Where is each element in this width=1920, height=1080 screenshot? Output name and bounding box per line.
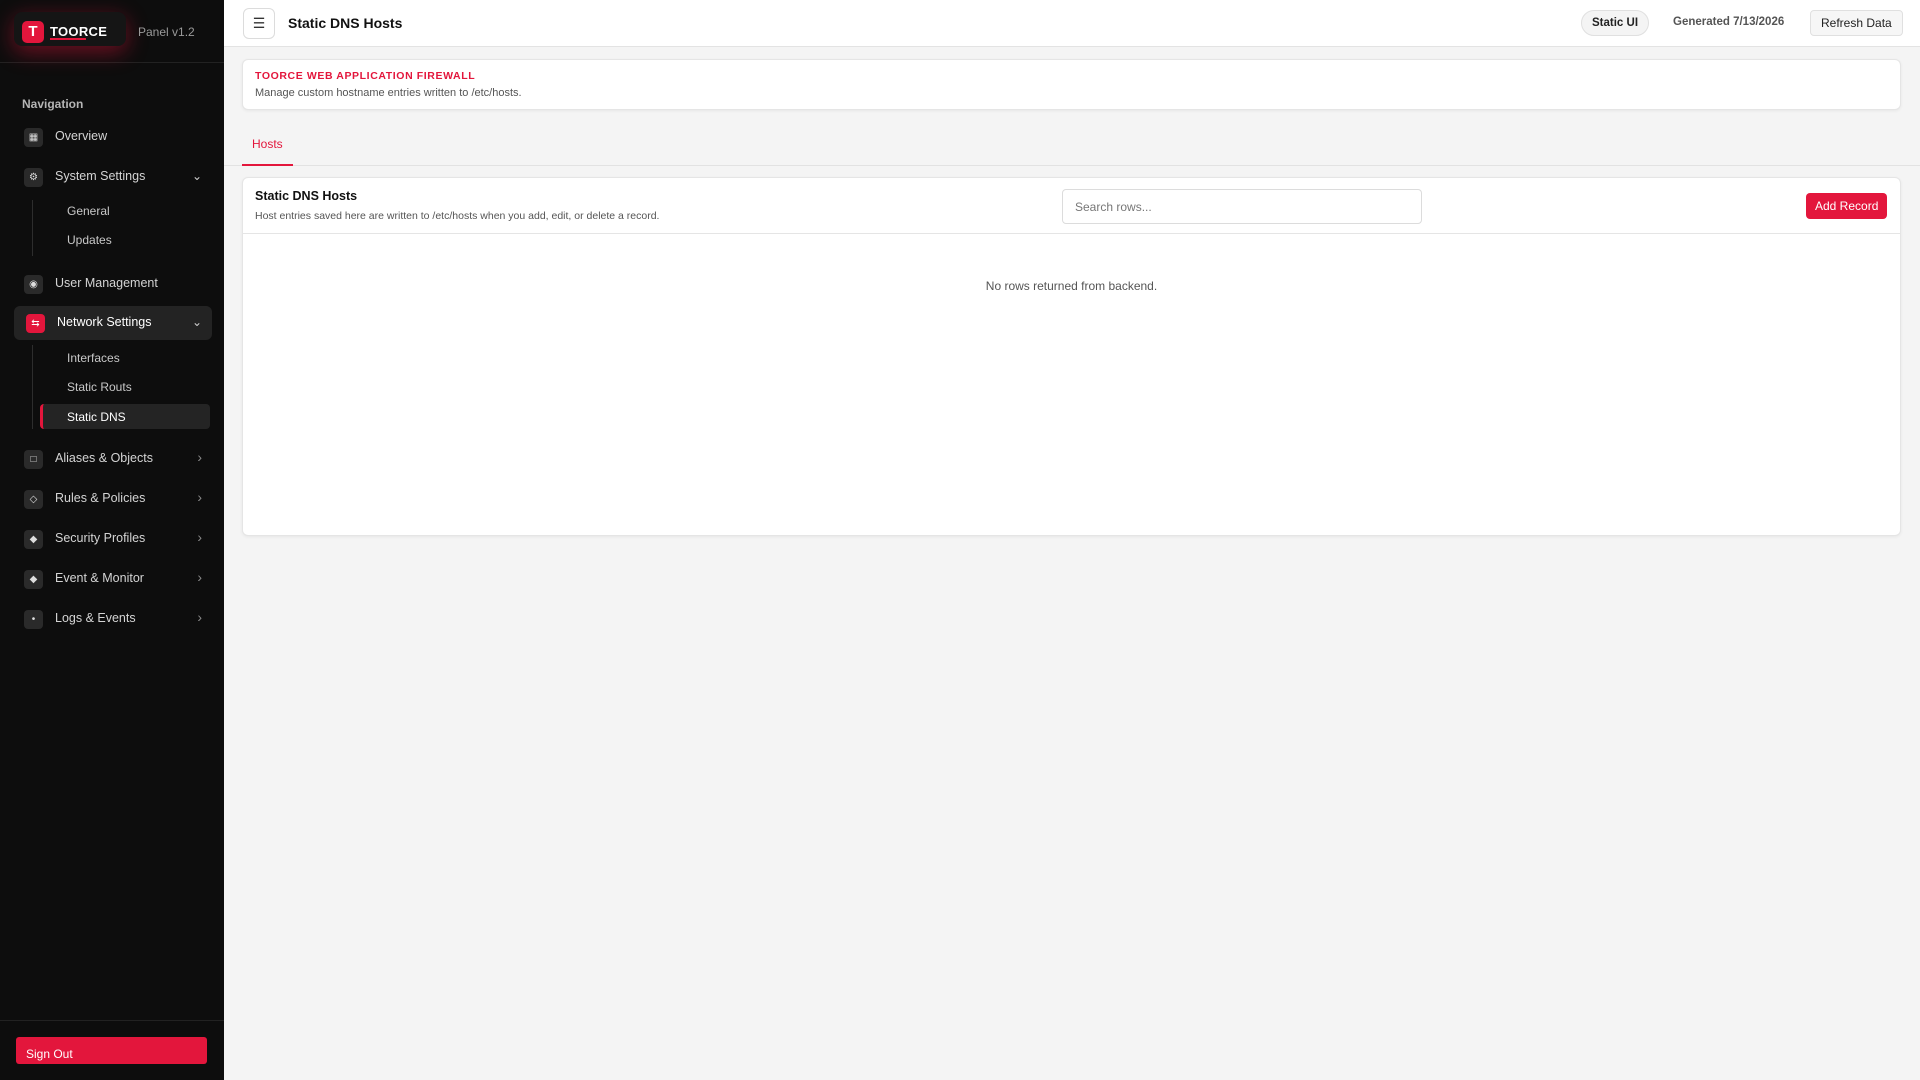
banner-title: TOORCE WEB APPLICATION FIREWALL: [255, 70, 476, 82]
sidebar-item-user-management[interactable]: ◉ User Management: [14, 267, 212, 301]
sidebar-item-system-settings[interactable]: ⚙ System Settings ⌄: [14, 160, 212, 194]
info-banner: TOORCE WEB APPLICATION FIREWALL Manage c…: [242, 59, 1901, 110]
diamond-icon: ◆: [24, 530, 43, 549]
sidebar-divider: [0, 1020, 224, 1021]
sidebar-subitem-label: General: [67, 204, 110, 218]
diamond-outline-icon: ◇: [24, 490, 43, 509]
sidebar-item-aliases-objects[interactable]: □ Aliases & Objects ›: [14, 442, 212, 476]
chevron-right-icon: ›: [197, 529, 202, 545]
sidebar-item-label: System Settings: [55, 169, 146, 183]
submenu-rail: [32, 345, 33, 429]
sidebar-item-label: Logs & Events: [55, 611, 136, 625]
banner-description: Manage custom hostname entries written t…: [255, 87, 522, 99]
sidebar-subitem-label: Static Routs: [67, 380, 132, 394]
chevron-right-icon: ›: [197, 569, 202, 585]
hamburger-icon: ☰: [252, 15, 266, 31]
generated-timestamp: Generated 7/13/2026: [1673, 16, 1785, 28]
sidebar-subitem-static-dns[interactable]: Static DNS: [40, 404, 210, 429]
sidebar-subitem-label: Updates: [67, 233, 112, 247]
page-title: Static DNS Hosts: [288, 15, 403, 31]
sidebar-subitem-interfaces[interactable]: Interfaces: [40, 345, 210, 370]
sidebar-subitem-static-routes[interactable]: Static Routs: [40, 374, 210, 399]
nav-heading: Navigation: [22, 97, 84, 111]
tab-hosts[interactable]: Hosts: [242, 120, 293, 166]
chevron-right-icon: ›: [197, 609, 202, 625]
chevron-right-icon: ›: [197, 449, 202, 465]
mode-badge: Static UI: [1581, 10, 1650, 36]
sidebar-item-security-profiles[interactable]: ◆ Security Profiles ›: [14, 522, 212, 556]
menu-toggle-button[interactable]: ☰: [243, 8, 275, 39]
user-icon: ◉: [24, 275, 43, 294]
network-icon: ⇆: [26, 314, 45, 333]
sidebar-item-label: Rules & Policies: [55, 491, 146, 505]
sidebar-subitem-label: Interfaces: [67, 351, 120, 365]
chevron-down-icon: ⌄: [191, 315, 202, 329]
sidebar-item-logs-events[interactable]: • Logs & Events ›: [14, 602, 212, 636]
sidebar-item-label: Aliases & Objects: [55, 451, 153, 465]
brand-header: T TOORCE Panel v1.2: [0, 0, 224, 63]
card-description: Host entries saved here are written to /…: [255, 210, 660, 222]
sign-out-button[interactable]: Sign Out: [16, 1037, 207, 1064]
sidebar-item-label: User Management: [55, 276, 158, 290]
submenu-rail: [32, 200, 33, 256]
brand-version: Panel v1.2: [138, 25, 195, 39]
sidebar-item-label: Event & Monitor: [55, 571, 144, 585]
sidebar: T TOORCE Panel v1.2 Navigation ▦ Overvie…: [0, 0, 224, 1080]
tab-bar: Hosts: [224, 120, 1920, 166]
sidebar-item-overview[interactable]: ▦ Overview: [14, 120, 212, 154]
gear-icon: ⚙: [24, 168, 43, 187]
chevron-right-icon: ›: [197, 489, 202, 505]
sidebar-subitem-label: Static DNS: [67, 410, 126, 424]
sidebar-item-rules-policies[interactable]: ◇ Rules & Policies ›: [14, 482, 212, 516]
square-icon: □: [24, 450, 43, 469]
sidebar-item-label: Security Profiles: [55, 531, 146, 545]
card-header: Static DNS Hosts Host entries saved here…: [243, 178, 1900, 234]
top-bar: ☰ Static DNS Hosts Static UI Generated 7…: [224, 0, 1920, 47]
grid-icon: ▦: [24, 128, 43, 147]
sidebar-subitem-general[interactable]: General: [40, 198, 210, 223]
empty-state-message: No rows returned from backend.: [985, 279, 1158, 293]
brand-underline: [50, 38, 86, 40]
chevron-down-icon: ⌄: [191, 169, 202, 183]
sidebar-item-label: Overview: [55, 129, 108, 143]
sidebar-item-event-monitor[interactable]: ◆ Event & Monitor ›: [14, 562, 212, 596]
hosts-card: Static DNS Hosts Host entries saved here…: [242, 177, 1901, 536]
search-input[interactable]: [1062, 189, 1422, 224]
dot-icon: •: [24, 610, 43, 629]
sidebar-item-label: Network Settings: [57, 315, 152, 329]
card-title: Static DNS Hosts: [255, 189, 358, 203]
refresh-data-button[interactable]: Refresh Data: [1810, 10, 1903, 36]
brand-name: TOORCE: [50, 24, 108, 39]
sidebar-item-network-settings[interactable]: ⇆ Network Settings ⌄: [14, 306, 212, 340]
sidebar-subitem-updates[interactable]: Updates: [40, 227, 210, 252]
add-record-button[interactable]: Add Record: [1806, 193, 1888, 219]
logo-icon: T: [22, 21, 44, 43]
diamond-filled-icon: ◆: [24, 570, 43, 589]
